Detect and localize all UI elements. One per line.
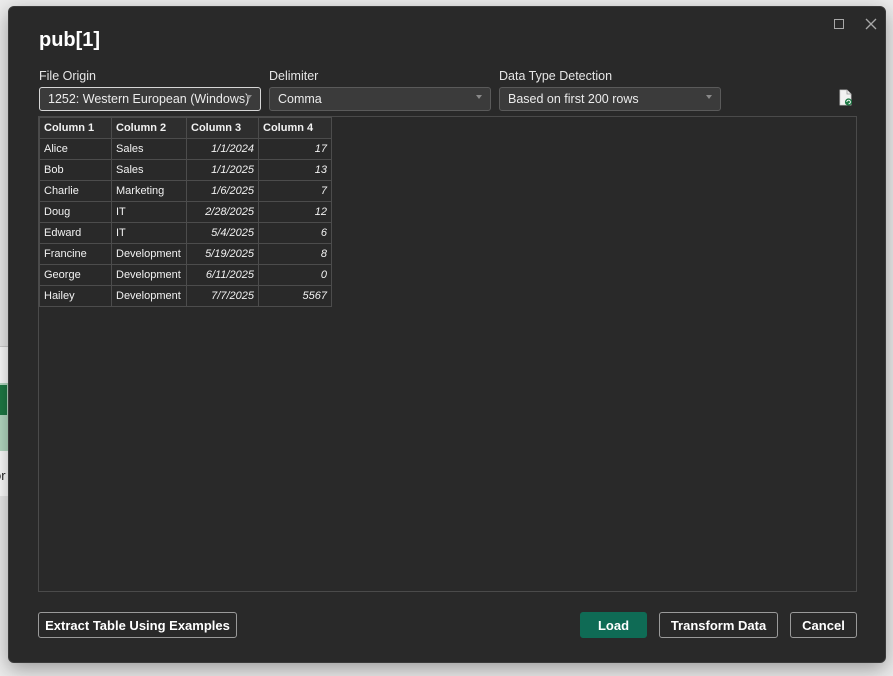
table-cell: Sales: [111, 138, 187, 160]
table-cell: George: [39, 264, 112, 286]
background-app-thumbnail-accent: [0, 385, 7, 415]
table-row: Edward IT 5/4/2025 6: [39, 222, 332, 244]
table-cell: 0: [258, 264, 332, 286]
table-row: Alice Sales 1/1/2024 17: [39, 138, 332, 160]
table-cell: Doug: [39, 201, 112, 223]
close-button[interactable]: [860, 13, 882, 35]
table-cell: 2/28/2025: [186, 201, 259, 223]
table-cell: 7: [258, 180, 332, 202]
data-type-detection-dropdown[interactable]: Based on first 200 rows: [499, 87, 721, 111]
csv-import-dialog: pub[1] File Origin 1252: Western Europea…: [8, 6, 886, 663]
file-origin-label: File Origin: [39, 69, 96, 83]
table-row: Charlie Marketing 1/6/2025 7: [39, 180, 332, 202]
maximize-icon: [834, 19, 844, 29]
table-cell: 5/19/2025: [186, 243, 259, 265]
close-icon: [865, 18, 877, 30]
data-type-detection-label: Data Type Detection: [499, 69, 613, 83]
table-cell: Marketing: [111, 180, 187, 202]
table-cell: 13: [258, 159, 332, 181]
table-cell: Edward: [39, 222, 112, 244]
column-header[interactable]: Column 1: [39, 117, 112, 139]
chevron-down-icon: [246, 95, 252, 99]
table-cell: 12: [258, 201, 332, 223]
delimiter-label: Delimiter: [269, 69, 319, 83]
refresh-preview-icon: [839, 89, 853, 106]
dialog-title: pub[1]: [39, 29, 101, 51]
table-cell: IT: [111, 222, 187, 244]
extract-table-using-examples-button[interactable]: Extract Table Using Examples: [38, 612, 237, 638]
preview-table: Column 1 Column 2 Column 3 Column 4 Alic…: [39, 117, 332, 307]
table-cell: IT: [111, 201, 187, 223]
table-cell: Charlie: [39, 180, 112, 202]
table-cell: 6/11/2025: [186, 264, 259, 286]
table-cell: 1/1/2024: [186, 138, 259, 160]
table-cell: 1/6/2025: [186, 180, 259, 202]
data-type-detection-value: Based on first 200 rows: [508, 92, 639, 106]
table-row: Bob Sales 1/1/2025 13: [39, 159, 332, 181]
delimiter-value: Comma: [278, 92, 322, 106]
table-cell: Development: [111, 243, 187, 265]
column-header[interactable]: Column 2: [111, 117, 187, 139]
table-header-row: Column 1 Column 2 Column 3 Column 4: [39, 117, 332, 139]
table-row: Doug IT 2/28/2025 12: [39, 201, 332, 223]
cancel-button[interactable]: Cancel: [790, 612, 857, 638]
table-cell: 8: [258, 243, 332, 265]
table-cell: Francine: [39, 243, 112, 265]
table-cell: Bob: [39, 159, 112, 181]
file-origin-dropdown[interactable]: 1252: Western European (Windows): [39, 87, 261, 111]
table-cell: 5567: [258, 285, 332, 307]
load-button[interactable]: Load: [580, 612, 647, 638]
table-cell: Sales: [111, 159, 187, 181]
table-cell: Development: [111, 285, 187, 307]
table-row: George Development 6/11/2025 0: [39, 264, 332, 286]
file-origin-value: 1252: Western European (Windows): [48, 92, 250, 106]
delimiter-dropdown[interactable]: Comma: [269, 87, 491, 111]
background-app-text: or: [0, 468, 6, 483]
table-row: Hailey Development 7/7/2025 5567: [39, 285, 332, 307]
column-header[interactable]: Column 3: [186, 117, 259, 139]
table-cell: Hailey: [39, 285, 112, 307]
table-cell: 7/7/2025: [186, 285, 259, 307]
table-cell: Development: [111, 264, 187, 286]
chevron-down-icon: [476, 95, 482, 99]
data-preview-pane[interactable]: Column 1 Column 2 Column 3 Column 4 Alic…: [38, 116, 857, 592]
refresh-preview-button[interactable]: [838, 89, 854, 107]
table-cell: 6: [258, 222, 332, 244]
table-cell: 1/1/2025: [186, 159, 259, 181]
table-cell: 5/4/2025: [186, 222, 259, 244]
chevron-down-icon: [706, 95, 712, 99]
maximize-button[interactable]: [828, 13, 850, 35]
transform-data-button[interactable]: Transform Data: [659, 612, 778, 638]
table-cell: 17: [258, 138, 332, 160]
table-row: Francine Development 5/19/2025 8: [39, 243, 332, 265]
column-header[interactable]: Column 4: [258, 117, 332, 139]
table-cell: Alice: [39, 138, 112, 160]
